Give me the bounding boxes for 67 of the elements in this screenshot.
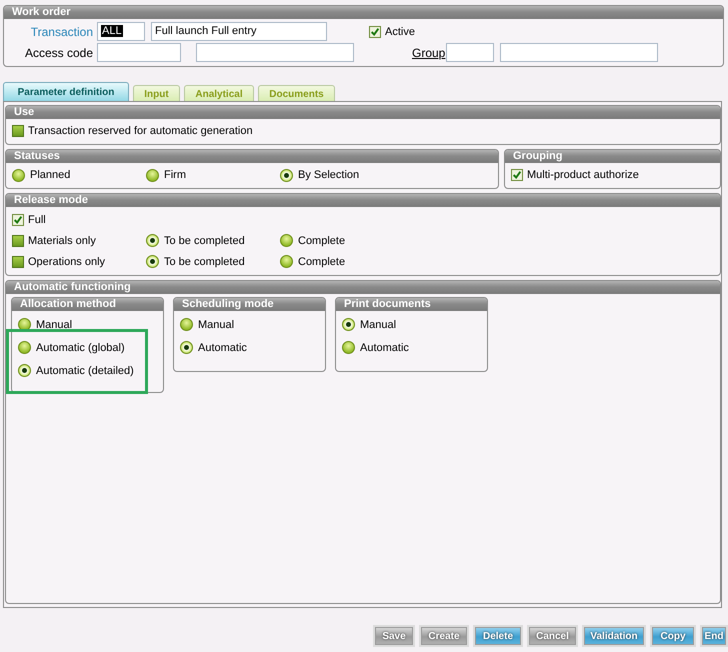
input-field[interactable]	[97, 43, 181, 62]
checkbox-label: Operations only	[28, 256, 106, 268]
radio-button[interactable]	[180, 341, 193, 354]
radio-button[interactable]	[146, 168, 159, 182]
radio-label: Automatic (global)	[36, 342, 125, 354]
tab[interactable]: Analytical	[184, 85, 254, 102]
radio-button[interactable]	[280, 234, 293, 247]
section-header: Allocation method	[12, 298, 163, 311]
checkbox[interactable]	[369, 26, 381, 38]
radio-label: Manual	[198, 318, 234, 330]
action-button[interactable]: Copy	[652, 627, 694, 645]
tab[interactable]: Documents	[258, 85, 335, 102]
section-header: Automatic functioning	[6, 281, 720, 294]
checkbox-label: Active	[385, 26, 415, 38]
radio-button[interactable]	[342, 341, 355, 354]
section-header: Release mode	[6, 194, 720, 207]
radio-button[interactable]	[12, 168, 25, 182]
checkbox[interactable]	[511, 169, 523, 181]
radio-button[interactable]	[146, 234, 159, 247]
field-label: Transaction	[30, 24, 93, 38]
action-button[interactable]: Delete	[475, 627, 521, 645]
section-header: Grouping	[505, 150, 720, 163]
radio-button[interactable]	[18, 364, 31, 377]
radio-label: Automatic (detailed)	[36, 364, 134, 376]
action-button[interactable]: Create	[421, 627, 467, 645]
tab[interactable]: Parameter definition	[3, 82, 129, 102]
radio-label: Automatic	[198, 342, 247, 354]
radio-label: Planned	[30, 169, 70, 181]
checkbox-label: Materials only	[28, 234, 96, 246]
radio-label: To be completed	[164, 234, 245, 246]
section-header: Print documents	[336, 298, 487, 311]
section-header: Scheduling mode	[174, 298, 325, 311]
radio-button[interactable]	[280, 255, 293, 268]
input-field[interactable]: ALL	[97, 22, 145, 41]
radio-label: Firm	[164, 169, 186, 181]
input-field[interactable]	[500, 43, 658, 62]
action-button[interactable]: Validation	[584, 627, 644, 645]
input-field[interactable]: Full launch Full entry	[151, 22, 327, 41]
radio-button[interactable]	[146, 255, 159, 268]
tab[interactable]: Input	[133, 85, 180, 102]
radio-button[interactable]	[342, 318, 355, 331]
checkbox[interactable]	[12, 214, 24, 226]
radio-label: Manual	[360, 318, 396, 330]
radio-label: To be completed	[164, 256, 245, 268]
input-field[interactable]	[196, 43, 354, 62]
radio-button[interactable]	[180, 318, 193, 331]
radio-button[interactable]	[280, 168, 293, 182]
radio-button[interactable]	[18, 341, 31, 354]
checkbox-label: Transaction reserved for automatic generation	[28, 125, 253, 137]
checkbox[interactable]	[12, 256, 24, 268]
radio-label: By Selection	[298, 169, 360, 181]
input-field[interactable]	[446, 43, 494, 62]
action-button[interactable]: Cancel	[529, 627, 576, 645]
action-button[interactable]: Save	[375, 627, 413, 645]
action-button[interactable]: End	[702, 627, 726, 645]
radio-label: Manual	[36, 318, 72, 330]
checkbox[interactable]	[12, 125, 24, 137]
field-label: Access code	[24, 46, 93, 60]
radio-label: Complete	[298, 256, 346, 268]
section-header: Statuses	[6, 150, 498, 163]
section-header: Work order	[4, 6, 723, 19]
radio-label: Complete	[298, 234, 346, 246]
checkbox[interactable]	[12, 234, 24, 246]
checkbox-label: Multi-product authorize	[527, 169, 639, 181]
radio-label: Automatic	[360, 342, 409, 354]
checkbox-label: Full	[28, 214, 46, 226]
section-header: Use	[6, 106, 720, 119]
